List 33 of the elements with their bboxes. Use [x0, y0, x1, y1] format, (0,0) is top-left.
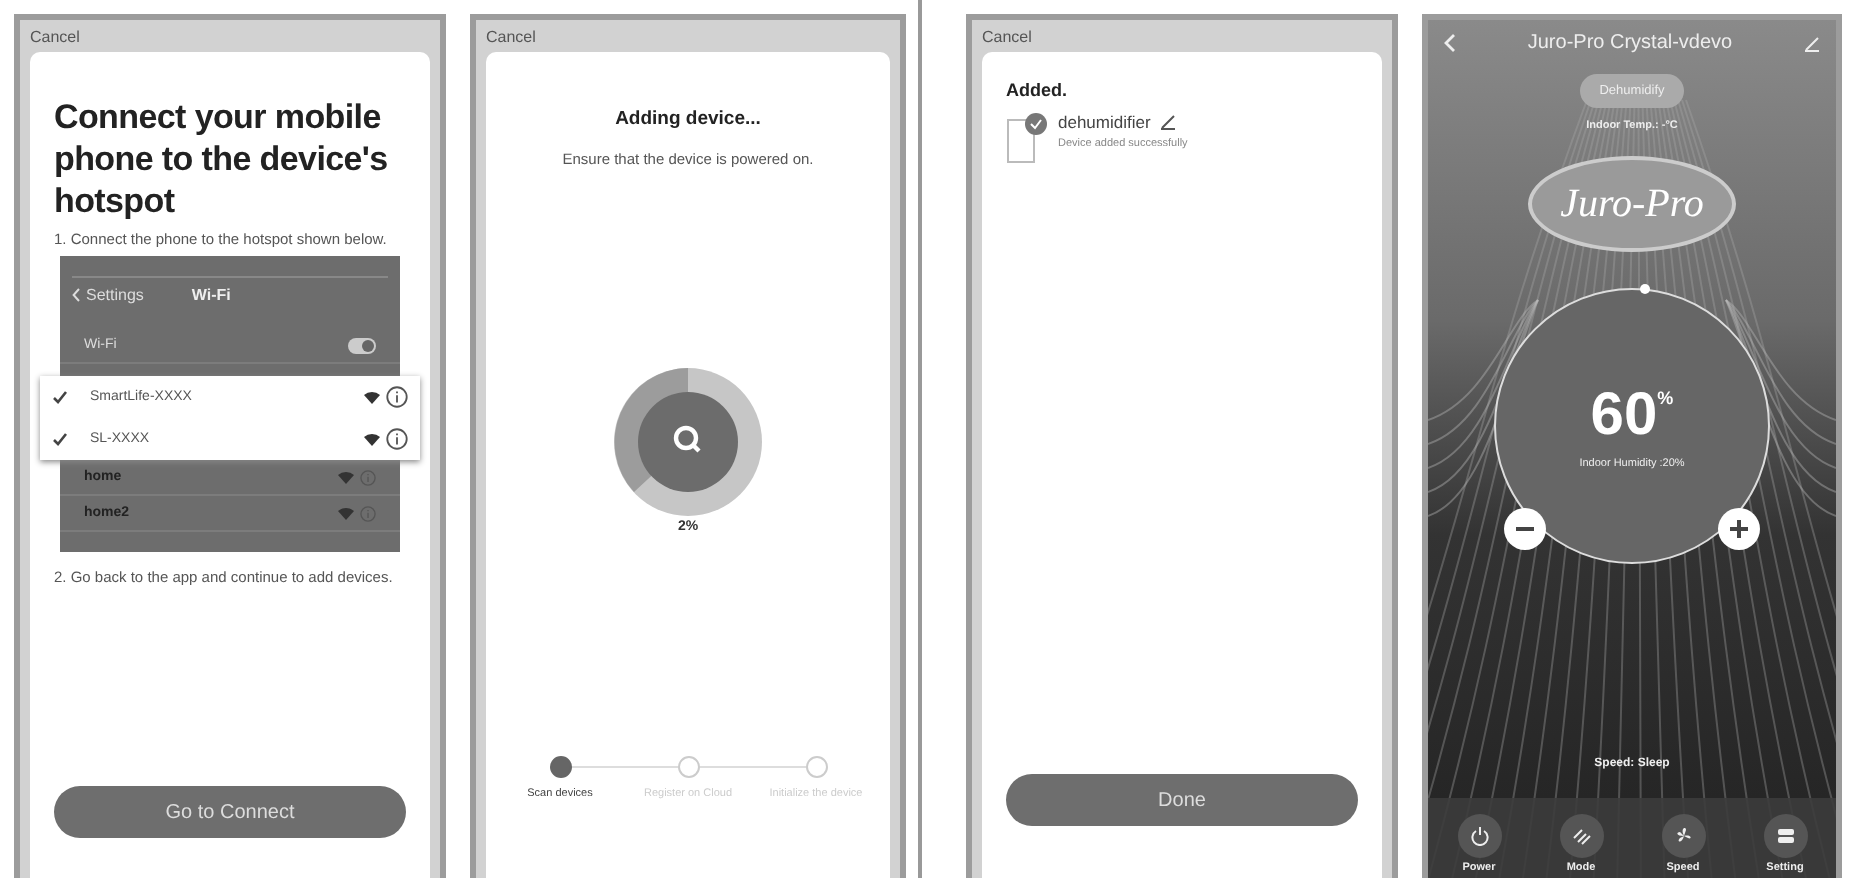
brand-logo: Juro-Pro: [1528, 156, 1736, 252]
power-icon: [1469, 826, 1489, 846]
settings-icon: [1775, 826, 1795, 846]
minus-button[interactable]: [1504, 508, 1546, 550]
checkmark-icon: [52, 432, 68, 446]
back-icon[interactable]: [1444, 34, 1456, 52]
checkmark-icon: [52, 390, 68, 404]
humidity-value: 60%: [1590, 382, 1674, 450]
back-chevron-icon: [72, 288, 80, 302]
wifi-icon: [338, 506, 354, 520]
plus-button[interactable]: [1718, 508, 1760, 550]
done-button[interactable]: Done: [1006, 774, 1358, 826]
info-icon: [360, 505, 376, 521]
screen-title: Connect your mobile phone to the device's hotspot: [54, 96, 390, 222]
wifi-icon: [364, 390, 380, 404]
screen-title: Adding device...: [613, 108, 763, 130]
connect-button[interactable]: Go to Connect: [54, 786, 406, 838]
fan-icon: [1673, 826, 1693, 846]
slash-lines-icon: [1571, 826, 1591, 846]
cancel-link[interactable]: Cancel: [972, 20, 1392, 52]
device-icon: [1006, 112, 1050, 164]
info-icon: [360, 469, 376, 485]
info-icon: [386, 386, 408, 408]
info-icon: [386, 428, 408, 450]
cancel-link[interactable]: Cancel: [20, 20, 440, 52]
device-name: dehumidifier: [1058, 112, 1151, 132]
cancel-link[interactable]: Cancel: [476, 20, 900, 52]
wifi-icon: [364, 432, 380, 446]
wifi-icon: [338, 470, 354, 484]
device-title: Juro-Pro Crystal-vdevo: [1527, 32, 1733, 54]
wifi-title: Wi-Fi: [191, 286, 231, 304]
screen-title: Added.: [1006, 80, 1069, 100]
pencil-icon[interactable]: [1160, 114, 1177, 130]
